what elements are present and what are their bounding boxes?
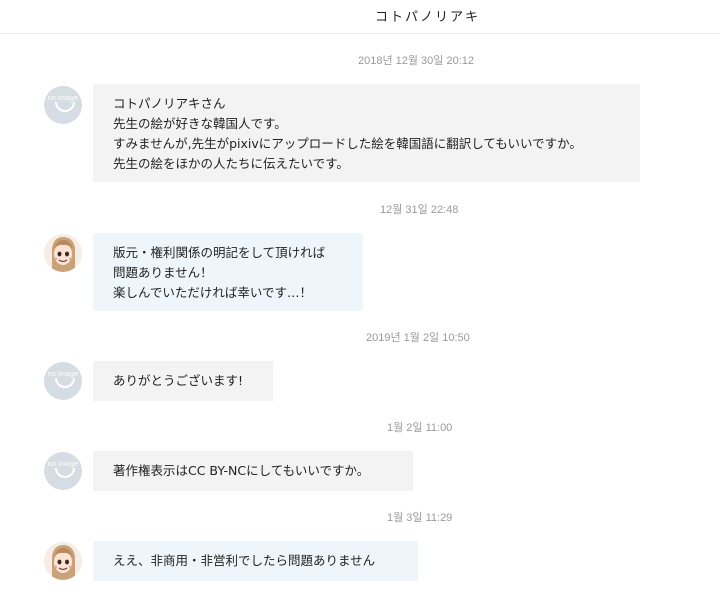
no-image-avatar[interactable]: no image <box>44 452 82 490</box>
message-timestamp: 1월 3일 11:29 <box>387 512 453 524</box>
message-timestamp: 1월 2일 11:00 <box>387 422 453 434</box>
no-image-avatar-label: no image <box>47 371 79 378</box>
no-image-avatar[interactable]: no image <box>44 86 82 124</box>
message-bubble: ええ、非商用・非営利でしたら問題ありません <box>93 541 418 581</box>
message-line: 著作権表示はCC BY-NCにしてもいいですか。 <box>113 463 370 478</box>
message-timestamp: 12월 31일 22:48 <box>380 204 459 216</box>
no-image-avatar[interactable]: no image <box>44 362 82 400</box>
message-line: 先生の絵が好きな韓国人です。 <box>113 116 287 131</box>
message-timestamp: 2018년 12월 30일 20:12 <box>358 55 474 67</box>
chat-title: コトパノリアキ <box>375 10 481 25</box>
message-line: 問題ありません！ <box>113 265 213 280</box>
message-line: ありがとうございます! <box>113 373 244 388</box>
smile-icon <box>55 102 75 112</box>
message-line: すみませんが,先生がpixivにアップロードした絵を韓国語に翻訳してもいいですか… <box>113 136 582 151</box>
smile-icon <box>55 378 75 388</box>
message-line: ええ、非商用・非営利でしたら問題ありません <box>113 553 376 568</box>
message-line: 先生の絵をほかの人たちに伝えたいです。 <box>113 156 349 171</box>
artist-portrait-icon <box>44 234 82 272</box>
message-line: 版元・権利関係の明記をして頂ければ <box>113 245 326 260</box>
message-bubble: ありがとうございます! <box>93 361 273 401</box>
artist-avatar[interactable] <box>44 542 82 580</box>
message-bubble: 版元・権利関係の明記をして頂ければ 問題ありません！ 楽しんでいただければ幸いで… <box>93 233 363 311</box>
message-bubble: コトパノリアキさん 先生の絵が好きな韓国人です。 すみませんが,先生がpixiv… <box>93 84 640 182</box>
message-line: コトパノリアキさん <box>113 96 226 111</box>
message-bubble: 著作権表示はCC BY-NCにしてもいいですか。 <box>93 451 413 491</box>
no-image-avatar-label: no image <box>47 95 79 102</box>
artist-avatar[interactable] <box>44 234 82 272</box>
message-line: 楽しんでいただければ幸いです…！ <box>113 285 313 300</box>
artist-portrait-icon <box>44 542 82 580</box>
no-image-avatar-label: no image <box>47 461 79 468</box>
message-timestamp: 2019년 1월 2일 10:50 <box>366 332 470 344</box>
chat-header: コトパノリアキ <box>0 0 720 34</box>
smile-icon <box>55 468 75 478</box>
